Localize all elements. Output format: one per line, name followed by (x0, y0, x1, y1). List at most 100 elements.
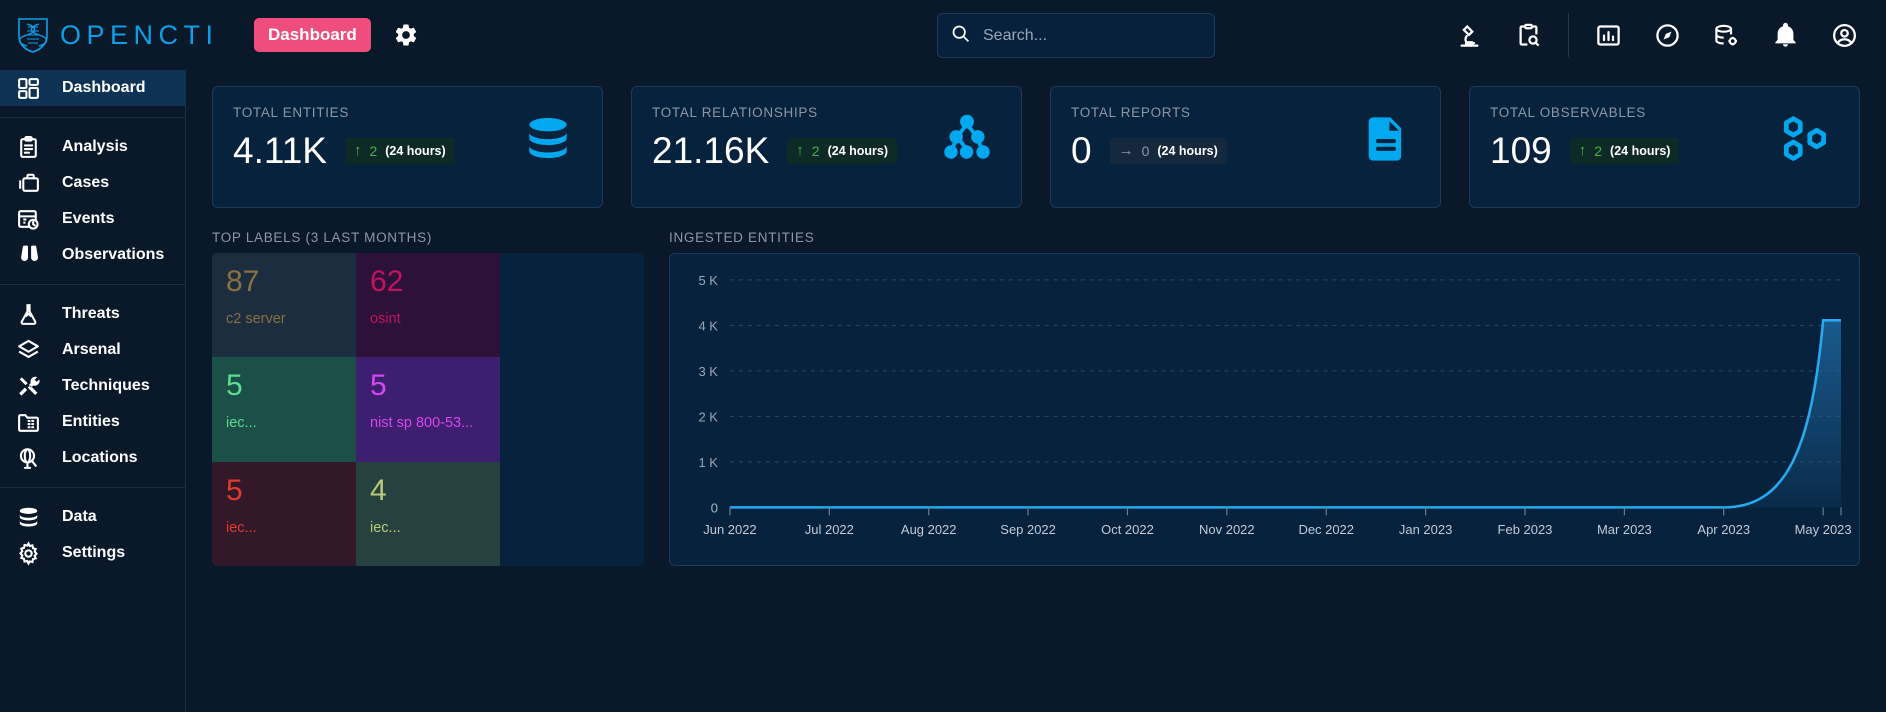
clipboard-list-icon (16, 135, 41, 160)
card-value: 0 (1071, 130, 1092, 171)
chart-x-tick-label: Nov 2022 (1199, 522, 1255, 537)
compass-icon[interactable] (1654, 22, 1681, 49)
brand-name: OPENCTI (60, 19, 219, 50)
dashboard-grid-icon (16, 76, 41, 101)
card-delta-value: 2 (1594, 142, 1603, 159)
label-tile[interactable]: 4 iec... (356, 461, 501, 566)
tools-icon (16, 374, 41, 399)
label-tile[interactable]: 87 c2 server (212, 253, 357, 358)
sidebar-item-observations[interactable]: Observations (0, 237, 185, 273)
trend-up-arrow-icon: ↑ (1578, 142, 1587, 159)
account-circle-icon[interactable] (1831, 22, 1858, 49)
search-box[interactable] (937, 13, 1215, 58)
clipboard-search-icon[interactable] (1515, 22, 1542, 49)
stat-card-total-entities[interactable]: TOTAL ENTITIES 4.11K ↑ 2 (24 hours) (212, 86, 603, 208)
label-tile-value: 5 (226, 369, 243, 403)
card-delta-period: (24 hours) (1157, 143, 1218, 158)
label-tile-value: 87 (226, 265, 260, 298)
card-delta-value: 2 (811, 142, 820, 159)
card-delta-value: 0 (1141, 142, 1150, 159)
graph-nodes-icon (941, 113, 993, 165)
label-tile-value: 62 (370, 265, 404, 298)
top-labels-title: TOP LABELS (3 LAST MONTHS) (212, 230, 433, 245)
ingested-entities-panel: INGESTED ENTITIES 0 1 K 2 K 3 K 4 K 5 K Jun 20… (669, 230, 1860, 566)
card-delta-value: 2 (369, 142, 378, 159)
sidebar-divider (0, 284, 185, 285)
chart-x-tick-label: Oct 2022 (1101, 522, 1154, 537)
label-tile-name: iec... (226, 519, 257, 536)
sidebar-divider (0, 117, 185, 118)
chart-y-tick-label: 5 K (698, 273, 718, 288)
briefcase-icon (16, 171, 41, 196)
label-tile-name: iec... (370, 519, 401, 536)
chart-y-tick-label: 1 K (698, 455, 718, 470)
chart-x-tick-label: Sep 2022 (1000, 522, 1056, 537)
chart-x-tick-label: Jan 2023 (1399, 522, 1452, 537)
opencti-shield-dna-logo-icon (16, 16, 50, 54)
label-tile[interactable]: 5 iec... (212, 461, 357, 566)
stat-card-row: TOTAL ENTITIES 4.11K ↑ 2 (24 hours) TOTA… (212, 86, 1860, 208)
chart-y-tick-label: 2 K (698, 409, 718, 424)
sidebar-item-label: Locations (62, 449, 138, 466)
document-icon (1360, 113, 1412, 165)
sidebar-item-dashboard[interactable]: Dashboard (0, 70, 185, 106)
label-tile-name: iec... (226, 415, 257, 432)
sidebar-item-techniques[interactable]: Techniques (0, 368, 185, 404)
stat-card-total-observables[interactable]: TOTAL OBSERVABLES 109 ↑ 2 (24 hours) (1469, 86, 1860, 208)
sidebar-item-label: Settings (62, 544, 126, 561)
chart-y-tick-label: 4 K (698, 318, 718, 333)
microscope-icon[interactable] (1456, 22, 1483, 49)
brand-logo[interactable]: OPENCTI (0, 16, 230, 54)
globe-stand-icon (16, 446, 41, 471)
label-tile[interactable]: 5 nist sp 800-53... (356, 357, 501, 462)
sidebar-item-analysis[interactable]: Analysis (0, 129, 185, 165)
label-tile-value: 5 (370, 369, 387, 403)
database-icon (16, 505, 41, 530)
calendar-clock-icon (16, 207, 41, 232)
sidebar-item-data[interactable]: Data (0, 499, 185, 535)
trend-up-arrow-icon: ↑ (353, 142, 362, 159)
label-tile-name: nist sp 800-53... (370, 415, 474, 432)
folder-grid-icon (16, 410, 41, 435)
chart-x-tick-label: Jun 2022 (703, 522, 756, 537)
sidebar-item-entities[interactable]: Entities (0, 404, 185, 440)
gear-icon[interactable] (393, 22, 419, 48)
label-tile-value: 4 (370, 473, 387, 507)
label-tile[interactable]: 5 iec... (212, 357, 357, 462)
sidebar-item-threats[interactable]: Threats (0, 296, 185, 332)
chart-x-tick-label: Mar 2023 (1597, 522, 1652, 537)
lower-panels: TOP LABELS (3 LAST MONTHS) 87 c2 server 62… (212, 230, 1860, 566)
bell-icon[interactable] (1772, 22, 1799, 49)
sidebar-item-arsenal[interactable]: Arsenal (0, 332, 185, 368)
top-labels-panel: TOP LABELS (3 LAST MONTHS) 87 c2 server 62… (212, 230, 644, 566)
chart-x-tick-label: Jul 2022 (805, 522, 854, 537)
database-gear-icon[interactable] (1713, 22, 1740, 49)
label-tile-name: osint (370, 311, 401, 327)
sidebar: Dashboard Analysis Cases Events Observat… (0, 70, 186, 712)
gear-icon (16, 540, 41, 566)
dashboard-chip[interactable]: Dashboard (254, 18, 371, 52)
chart-y-tick-label: 3 K (698, 364, 718, 379)
search-icon (950, 23, 971, 49)
card-value: 109 (1490, 130, 1552, 171)
card-delta-period: (24 hours) (1610, 143, 1671, 158)
sidebar-item-label: Data (62, 508, 97, 525)
label-tile[interactable]: 62 osint (356, 253, 501, 358)
card-value: 21.16K (652, 130, 770, 171)
bar-chart-icon[interactable] (1595, 22, 1622, 49)
search-input[interactable] (983, 26, 1183, 45)
sidebar-item-label: Analysis (62, 138, 128, 155)
sidebar-item-events[interactable]: Events (0, 201, 185, 237)
stat-card-total-reports[interactable]: TOTAL REPORTS 0 → 0 (24 hours) (1050, 86, 1441, 208)
card-delta-badge: ↑ 2 (24 hours) (1569, 137, 1680, 164)
sidebar-item-label: Cases (62, 174, 110, 191)
trend-flat-arrow-icon: → (1118, 142, 1134, 159)
sidebar-item-settings[interactable]: Settings (0, 535, 185, 571)
ingested-entities-chart[interactable]: 0 1 K 2 K 3 K 4 K 5 K Jun 2022 Jul 2022 Aug 2022… (669, 253, 1860, 566)
sidebar-item-cases[interactable]: Cases (0, 165, 185, 201)
database-stack-icon (522, 113, 574, 165)
labels-treemap: 87 c2 server 62 osint 5 iec... 5 nist sp 800-53… (212, 253, 644, 566)
stat-card-total-relationships[interactable]: TOTAL RELATIONSHIPS 21.16K ↑ 2 (24 hours… (631, 86, 1022, 208)
toolbar-divider (1568, 13, 1569, 57)
sidebar-item-locations[interactable]: Locations (0, 440, 185, 476)
